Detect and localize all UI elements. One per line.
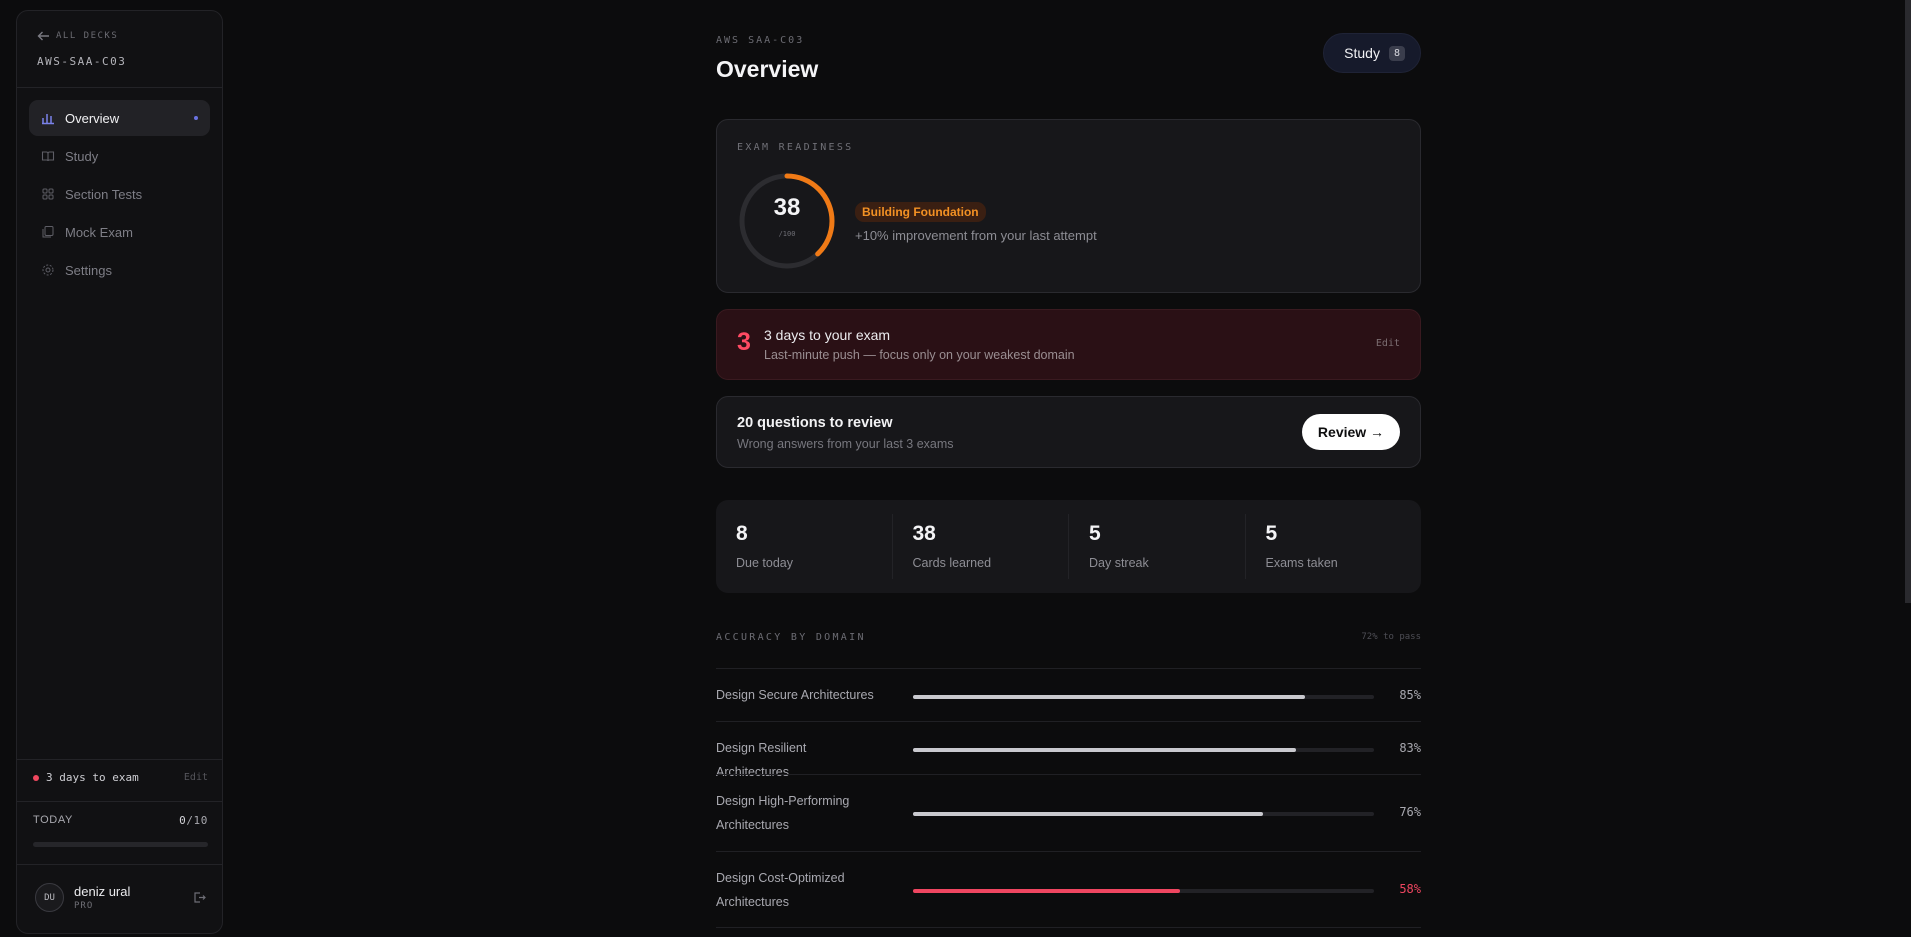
stat-value: 8	[736, 522, 748, 545]
stat-cards-learned: 38 Cards learned	[893, 514, 1069, 579]
domain-accuracy-pct: 83%	[1399, 741, 1421, 755]
stat-day-streak: 5 Day streak	[1069, 514, 1246, 579]
divider	[17, 87, 222, 88]
bar-chart-icon	[42, 114, 54, 125]
today-progress-bar	[33, 842, 208, 847]
improvement-text: +10% improvement from your last attempt	[855, 228, 1097, 243]
exam-countdown-row: 3 days to exam Edit	[33, 771, 208, 784]
domain-accuracy-track	[913, 812, 1374, 816]
edit-exam-link[interactable]: Edit	[184, 772, 208, 783]
all-decks-label: ALL DECKS	[56, 31, 119, 41]
accuracy-title: ACCURACY BY DOMAIN	[716, 632, 866, 643]
domain-accuracy-fill	[913, 748, 1296, 752]
grid-icon	[42, 188, 54, 200]
review-subtitle: Wrong answers from your last 3 exams	[737, 437, 954, 451]
stat-exams-taken: 5 Exams taken	[1246, 514, 1422, 579]
stack-icon	[42, 226, 54, 238]
stat-due-today: 8 Due today	[716, 514, 893, 579]
user-profile: DU deniz ural PRO	[35, 883, 208, 912]
book-icon	[41, 151, 55, 162]
edit-exam-date-link[interactable]: Edit	[1376, 338, 1400, 349]
domain-accuracy-track	[913, 748, 1374, 752]
domain-accuracy-fill	[913, 812, 1264, 816]
readiness-label: EXAM READINESS	[737, 142, 854, 153]
sidebar-item-overview[interactable]: Overview	[29, 100, 210, 136]
domain-accuracy-fill	[913, 889, 1181, 893]
domain-name: Design Cost-Optimized Architectures	[716, 871, 845, 909]
sidebar-item-label: Overview	[65, 110, 120, 126]
domain-name: Design Secure Architectures	[716, 688, 874, 702]
active-indicator	[194, 116, 198, 120]
domain-accuracy-track	[913, 889, 1374, 893]
domain-accuracy-fill	[913, 695, 1305, 699]
review-button[interactable]: Review →	[1302, 414, 1400, 450]
arrow-left-icon	[37, 31, 49, 41]
user-plan: PRO	[74, 901, 94, 911]
stat-label: Exams taken	[1265, 556, 1338, 570]
user-name: deniz ural	[74, 884, 131, 899]
stat-label: Cards learned	[912, 556, 992, 570]
sidebar-nav: Overview Study Section Tests Mock Exam S…	[29, 100, 210, 290]
today-label: TODAY	[33, 814, 73, 826]
domain-accuracy-list: Design Secure Architectures 85% Design R…	[716, 668, 1421, 928]
today-count: 0/10	[179, 814, 208, 827]
sidebar-item-settings[interactable]: Settings	[29, 252, 210, 288]
page-title: Overview	[716, 56, 819, 82]
study-count-badge: 8	[1388, 45, 1405, 61]
accuracy-header: ACCURACY BY DOMAIN 72% to pass	[716, 632, 1421, 643]
review-card: 20 questions to review Wrong answers fro…	[716, 396, 1421, 468]
domain-name: Design High-Performing Architectures	[716, 794, 850, 832]
domain-accuracy-pct: 85%	[1399, 688, 1421, 702]
domain-accuracy-pct: 76%	[1399, 805, 1421, 819]
today-total: /10	[186, 814, 208, 827]
stat-value: 5	[1265, 522, 1278, 545]
page-scrollbar[interactable]	[1905, 0, 1911, 603]
pass-threshold-note: 72% to pass	[1361, 632, 1421, 642]
study-button-label: Study	[1344, 45, 1380, 61]
divider	[17, 801, 222, 802]
deck-code: AWS-SAA-C03	[37, 55, 127, 68]
status-dot	[33, 774, 39, 781]
stat-label: Day streak	[1089, 556, 1149, 570]
all-decks-link[interactable]: ALL DECKS	[37, 31, 118, 41]
exam-readiness-card: EXAM READINESS 38 /100 Building Foundati…	[716, 119, 1421, 293]
sidebar-item-section-tests[interactable]: Section Tests	[29, 176, 210, 212]
divider	[17, 759, 222, 760]
sidebar-item-label: Section Tests	[65, 186, 143, 202]
sidebar-item-label: Settings	[65, 262, 112, 278]
today-progress: TODAY 0/10	[33, 814, 208, 827]
sidebar-item-label: Study	[65, 148, 99, 164]
exam-countdown-card: 3 3 days to your exam Last-minute push —…	[716, 309, 1421, 380]
domain-row: Design High-Performing Architectures 76%	[716, 774, 1421, 851]
stat-label: Due today	[736, 556, 793, 570]
countdown-subtitle: Last-minute push — focus only on your we…	[764, 348, 1075, 362]
readiness-score: 38	[773, 194, 801, 221]
countdown-days: 3	[737, 328, 751, 356]
sidebar: ALL DECKS AWS-SAA-C03 Overview Study Sec…	[16, 10, 223, 934]
divider	[17, 864, 222, 865]
sidebar-item-label: Mock Exam	[65, 224, 133, 240]
domain-row: Design Secure Architectures 85%	[716, 668, 1421, 721]
stat-value: 38	[912, 522, 936, 545]
logout-icon[interactable]	[193, 891, 206, 904]
domain-accuracy-track	[913, 695, 1374, 699]
domain-row: Design Resilient Architectures 83%	[716, 721, 1421, 779]
review-title: 20 questions to review	[737, 415, 893, 431]
exam-status: 3 days to exam	[46, 771, 139, 784]
gear-icon	[42, 264, 54, 276]
sidebar-item-mock-exam[interactable]: Mock Exam	[29, 214, 210, 250]
countdown-title: 3 days to your exam	[764, 327, 891, 343]
avatar[interactable]: DU	[35, 883, 64, 912]
study-button[interactable]: Study 8	[1323, 33, 1421, 73]
readiness-badge: Building Foundation	[855, 202, 986, 222]
stat-value: 5	[1089, 522, 1101, 545]
stats-panel: 8 Due today 38 Cards learned 5 Day strea…	[716, 500, 1421, 593]
domain-row: Design Cost-Optimized Architectures 58%	[716, 851, 1421, 928]
breadcrumb: AWS SAA-C03	[716, 35, 805, 46]
domain-accuracy-pct: 58%	[1399, 882, 1421, 896]
readiness-score-max: /100	[778, 230, 796, 238]
sidebar-item-study[interactable]: Study	[29, 138, 210, 174]
